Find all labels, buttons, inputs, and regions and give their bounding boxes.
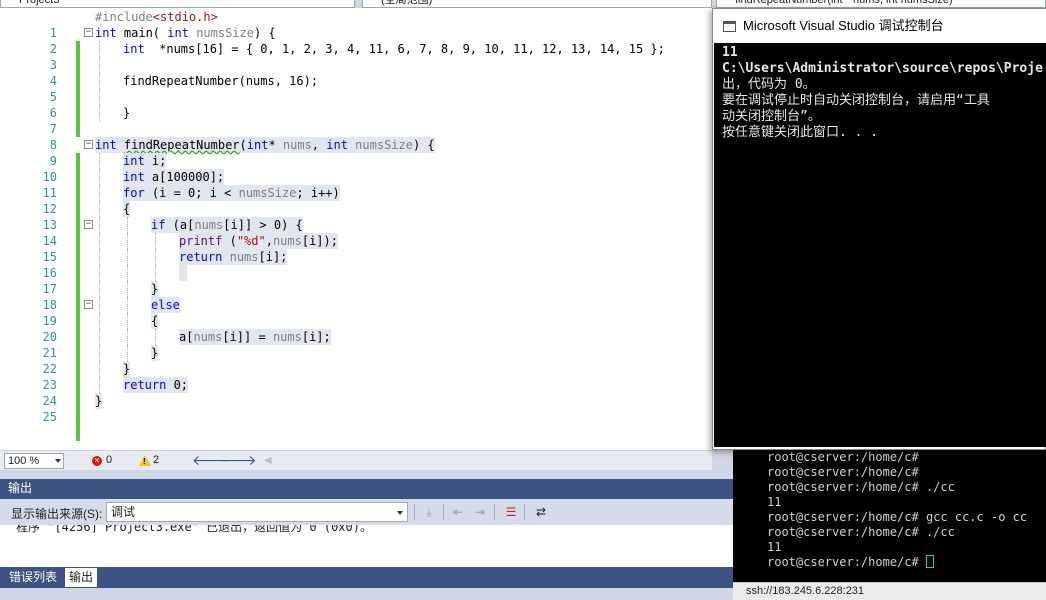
bottom-tab-strip: 错误列表 输出	[0, 567, 733, 588]
code-editor[interactable]: 1 #include<stdio.h> 2 − int main( int nu…	[0, 8, 712, 450]
terminal-line: root@cserver:/home/c#	[767, 465, 919, 479]
code-line[interactable]: 19 − else	[0, 297, 712, 345]
code-line[interactable]: 13 {	[0, 201, 712, 249]
code-line[interactable]: 12 for (i = 0; i < numsSize; i++)	[0, 185, 712, 233]
terminal-line: 11	[767, 540, 782, 554]
code-line[interactable]: 14 − if (a[nums[i]] > 0) {	[0, 217, 712, 265]
terminal-cursor	[925, 555, 934, 568]
code-line[interactable]: 1 #include<stdio.h>	[0, 9, 712, 57]
function-dropdown[interactable]: findRepeatNumber(int * nums, int numsSiz…	[716, 0, 1046, 8]
code-line[interactable]: 4	[0, 57, 712, 105]
code-line[interactable]: 18 }	[0, 281, 712, 329]
previous-message-icon[interactable]: ⇤	[449, 503, 467, 521]
terminal-line: root@cserver:/home/c# ./cc	[767, 525, 955, 539]
console-line: C:\Users\Administrator\source\repos\Proj…	[722, 61, 1043, 76]
code-line[interactable]: 7 }	[0, 105, 712, 136]
code-line[interactable]: 6	[0, 89, 712, 137]
console-line: 按任意键关闭此窗口. . .	[722, 125, 879, 140]
console-line: 要在调试停止时自动关闭控制台，请启用“工具	[722, 93, 990, 108]
terminal-line: root@cserver:/home/c#	[767, 450, 919, 464]
code-line[interactable]: 25 }	[0, 393, 712, 441]
code-line[interactable]: 3 int *nums[16] = { 0, 1, 2, 3, 4, 11, 6…	[0, 41, 712, 89]
terminal-line: 11	[767, 495, 782, 509]
console-title: Microsoft Visual Studio 调试控制台	[743, 18, 944, 33]
code-line[interactable]: 2 − int main( int numsSize) {	[0, 25, 712, 73]
console-line: 11	[722, 45, 738, 60]
find-message-icon[interactable]: ⤓	[420, 503, 438, 521]
fold-collapse-icon[interactable]: −	[84, 300, 93, 309]
code-line[interactable]: 17	[0, 265, 712, 313]
console-line: 出，代码为 0。	[722, 77, 816, 92]
code-line[interactable]: 20 {	[0, 313, 712, 361]
chevron-down-icon	[55, 459, 61, 463]
error-count[interactable]: 0	[106, 454, 112, 466]
scroll-left-icon[interactable]: ◀	[264, 455, 272, 466]
zoom-dropdown[interactable]: 100 %	[4, 453, 64, 469]
change-marker	[76, 425, 80, 441]
console-output[interactable]: 11 C:\Users\Administrator\source\repos\P…	[714, 43, 1046, 447]
tab-output[interactable]: 输出	[65, 568, 98, 587]
clear-all-icon[interactable]: ☰	[502, 503, 520, 521]
code-line[interactable]: 23 }	[0, 361, 712, 409]
ssh-terminal[interactable]: root@cserver:/home/c# root@cserver:/home…	[733, 442, 1046, 582]
editor-status-bar: 100 % × 0 ! 2 🡐 🡒 ◀	[0, 450, 712, 470]
change-marker	[76, 409, 80, 425]
output-toolbar: 显示输出来源(S): 调试 ⤓ ⇤ ⇥ ☰ ⇄	[0, 499, 733, 525]
code-line[interactable]: 10 int i;	[0, 153, 712, 201]
error-icon[interactable]: ×	[92, 456, 102, 466]
code-line[interactable]: 11 int a[100000];	[0, 169, 712, 217]
console-title-bar[interactable]: Microsoft Visual Studio 调试控制台	[713, 9, 1046, 43]
scope-dropdown[interactable]: (全局范围)	[362, 0, 712, 8]
output-source-select[interactable]: 调试	[106, 502, 408, 522]
editor-navigation-bar: Project3 (全局范围) findRepeatNumber(int * n…	[0, 0, 1046, 8]
next-message-icon[interactable]: ⇥	[471, 503, 489, 521]
terminal-prompt[interactable]: root@cserver:/home/c#	[767, 555, 934, 570]
terminal-line: root@cserver:/home/c# ./cc	[767, 480, 955, 494]
fold-collapse-icon[interactable]: −	[84, 140, 93, 149]
ssh-status-bar: ssh://183.245.6.228:231	[733, 582, 1046, 600]
code-line[interactable]: 24 return 0;	[0, 377, 712, 425]
console-line: 动关闭控制台”。	[722, 109, 821, 124]
tab-error-list[interactable]: 错误列表	[5, 568, 61, 587]
code-line[interactable]: 5 findRepeatNumber(nums, 16);	[0, 73, 712, 121]
code-line[interactable]: 8	[0, 121, 712, 169]
line-number: 25	[42, 410, 57, 424]
terminal-line: root@cserver:/home/c# gcc cc.c -o cc	[767, 510, 1028, 524]
output-panel-title: 输出	[0, 479, 733, 499]
console-window-icon	[723, 21, 736, 32]
output-source-label: 显示输出来源(S):	[11, 507, 103, 521]
warning-count[interactable]: 2	[153, 454, 159, 466]
fold-collapse-icon[interactable]: −	[84, 220, 93, 229]
output-line: 程序 "[4256] Project3.exe" 已退出，返回值为 0 (0x0…	[16, 525, 372, 534]
code-line[interactable]: 15 printf ("%d",nums[i]);	[0, 233, 712, 281]
project-dropdown[interactable]: Project3	[0, 0, 355, 8]
code-line[interactable]: 16 return nums[i];	[0, 249, 712, 297]
code-line[interactable]: 21 a[nums[i]] = nums[i];	[0, 329, 712, 377]
debug-console-window[interactable]: Microsoft Visual Studio 调试控制台 11 C:\User…	[712, 8, 1046, 450]
code-line[interactable]: 22 }	[0, 345, 712, 393]
chevron-down-icon	[397, 511, 403, 515]
warning-icon[interactable]: !	[139, 455, 151, 466]
output-text-area[interactable]: 程序 "[4256] Project3.exe" 已退出，返回值为 0 (0x0…	[0, 525, 733, 567]
word-wrap-icon[interactable]: ⇄	[532, 503, 550, 521]
fold-collapse-icon[interactable]: −	[84, 28, 93, 37]
navigate-forward-icon[interactable]: 🡒	[219, 452, 257, 469]
code-line[interactable]: 9 − int findRepeatNumber(int* nums, int …	[0, 137, 712, 185]
